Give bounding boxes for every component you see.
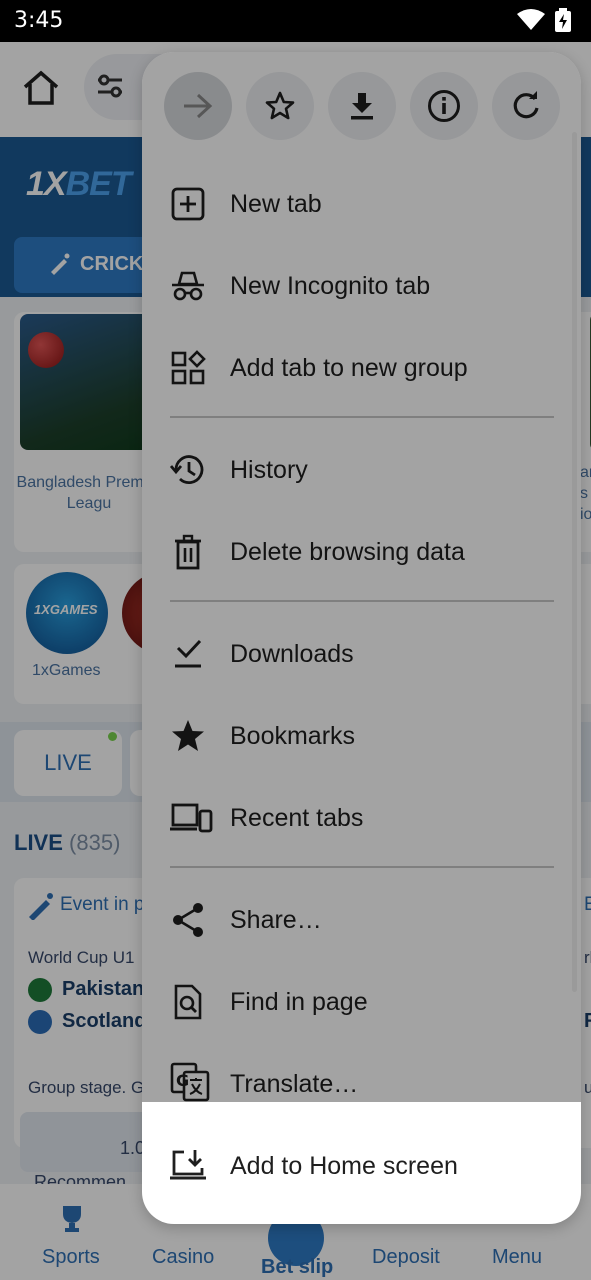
menu-divider (170, 600, 554, 602)
menu-item-label: Add tab to new group (230, 354, 468, 382)
download-icon (347, 91, 377, 121)
trash-icon (170, 534, 206, 570)
menu-icon-row (142, 52, 581, 162)
history-icon (170, 452, 206, 488)
menu-divider (170, 416, 554, 418)
status-time: 3:45 (14, 8, 64, 33)
menu-item-label: Add to Home screen (230, 1152, 458, 1180)
menu-item-label: Translate… (230, 1070, 359, 1098)
menu-item-label: Delete browsing data (230, 538, 465, 566)
menu-item-label: New Incognito tab (230, 272, 431, 300)
menu-item-new-tab[interactable]: New tab (142, 162, 581, 244)
star-filled-icon (170, 718, 206, 754)
status-icons (517, 8, 571, 32)
incognito-icon (170, 268, 206, 304)
forward-icon (182, 92, 214, 120)
menu-item-downloads[interactable]: Downloads (142, 612, 581, 694)
status-bar: 3:45 (0, 0, 591, 42)
menu-item-history[interactable]: History (142, 428, 581, 510)
page-info-button[interactable] (410, 72, 478, 140)
add-to-home-icon (170, 1148, 206, 1184)
menu-item-label: Find in page (230, 988, 368, 1016)
bookmark-button[interactable] (246, 72, 314, 140)
devices-icon (170, 800, 214, 836)
menu-item-add-to-home-screen[interactable]: Add to Home screen (142, 1124, 581, 1206)
battery-charging-icon (555, 8, 571, 32)
translate-icon: G (170, 1062, 210, 1102)
menu-item-bookmarks[interactable]: Bookmarks (142, 694, 581, 776)
menu-scrollbar[interactable] (572, 132, 577, 992)
downloads-check-icon (170, 636, 206, 672)
menu-item-find-in-page[interactable]: Find in page (142, 960, 581, 1042)
wifi-icon (517, 9, 545, 31)
menu-item-label: Downloads (230, 640, 354, 668)
menu-divider (170, 866, 554, 868)
menu-item-label: Share… (230, 906, 322, 934)
menu-item-label: New tab (230, 190, 322, 218)
forward-button[interactable] (164, 72, 232, 140)
menu-item-add-tab-to-group[interactable]: Add tab to new group (142, 326, 581, 408)
menu-item-label: Recent tabs (230, 804, 364, 832)
bookmark-star-icon (264, 90, 296, 122)
menu-item-share[interactable]: Share… (142, 878, 581, 960)
menu-item-delete-browsing-data[interactable]: Delete browsing data (142, 510, 581, 592)
find-in-page-icon (170, 984, 206, 1020)
menu-item-label: History (230, 456, 308, 484)
refresh-button[interactable] (492, 72, 560, 140)
refresh-icon (510, 90, 542, 122)
browser-overflow-menu: New tab New Incognito tab Add tab to new… (142, 52, 581, 1224)
new-tab-icon (170, 186, 206, 222)
menu-item-new-incognito-tab[interactable]: New Incognito tab (142, 244, 581, 326)
download-button[interactable] (328, 72, 396, 140)
svg-text:G: G (176, 1071, 189, 1090)
menu-item-recent-tabs[interactable]: Recent tabs (142, 776, 581, 858)
share-icon (170, 902, 206, 938)
info-icon (427, 89, 461, 123)
menu-item-translate[interactable]: G Translate… (142, 1042, 581, 1124)
menu-item-label: Bookmarks (230, 722, 356, 750)
tab-group-icon (170, 350, 206, 386)
